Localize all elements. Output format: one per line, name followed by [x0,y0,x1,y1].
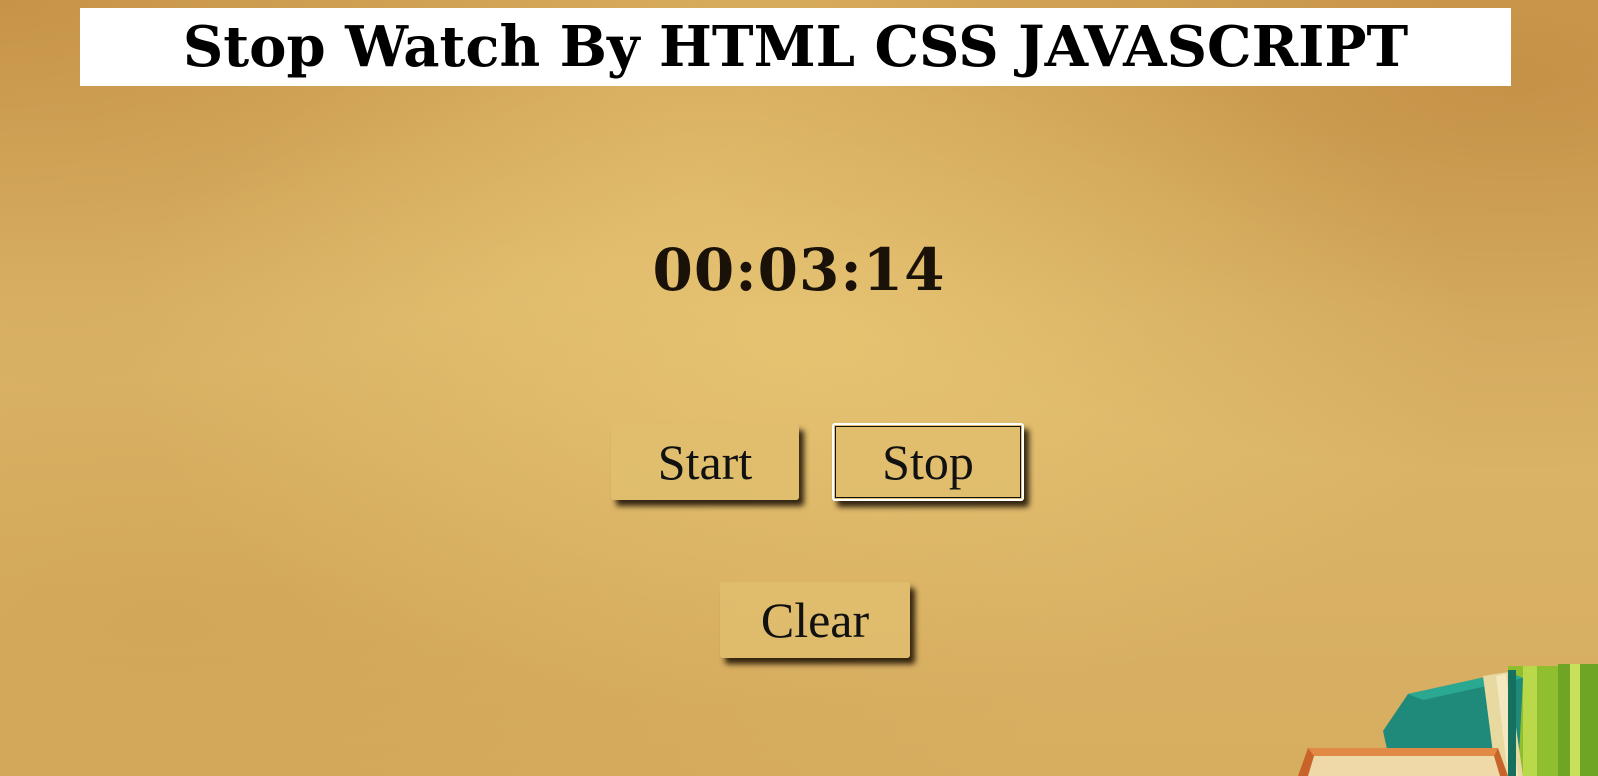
books-illustration-icon [1178,646,1598,776]
stopwatch-time-display: 00:03:14 [652,236,946,304]
start-button[interactable]: Start [611,424,799,500]
page-title-banner: Stop Watch By HTML CSS JAVASCRIPT [80,8,1511,86]
clear-button[interactable]: Clear [720,582,910,658]
books-icon [1298,664,1598,776]
stop-button[interactable]: Stop [832,423,1024,501]
page-title: Stop Watch By HTML CSS JAVASCRIPT [182,14,1409,80]
